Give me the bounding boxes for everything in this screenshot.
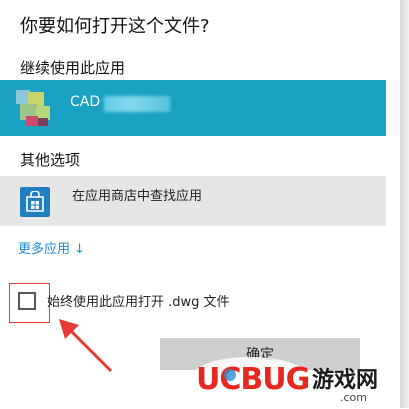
redacted-app-name [104,96,170,112]
open-with-dialog: 你要如何打开这个文件? 继续使用此应用 CAD 其他选项 在应用商店中查找应用 … [0,0,400,408]
red-arrow-icon [59,319,113,373]
store-icon [20,187,50,217]
continue-section-heading: 继续使用此应用 [20,59,126,77]
current-app-label: CAD [70,94,101,110]
more-apps-link[interactable]: 更多应用 ↓ [18,238,85,257]
other-options-heading: 其他选项 [20,151,81,169]
always-use-checkbox[interactable] [18,292,36,310]
cad-app-icon [12,86,58,132]
always-use-label: 始终使用此应用打开 .dwg 文件 [47,295,230,310]
dialog-shadow [400,0,409,408]
ok-button[interactable]: 确定 [160,338,360,370]
store-option-label: 在应用商店中查找应用 [72,189,203,204]
dialog-title: 你要如何打开这个文件? [20,16,210,37]
